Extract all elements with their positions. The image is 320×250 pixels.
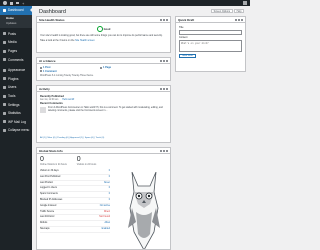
screen-meta-links: Screen Options Help <box>211 9 244 13</box>
sidebar-item-posts[interactable]: Posts <box>0 30 32 39</box>
submenu-updates[interactable]: Updates <box>6 21 32 26</box>
sidebar-item-collapse[interactable]: Collapse menu <box>0 126 32 135</box>
site-health-link[interactable]: Site Health screen <box>75 39 95 42</box>
save-draft-button[interactable]: Save Draft <box>179 53 196 58</box>
comment-text: From A WordPress Commenter on Hello worl… <box>48 107 163 112</box>
stat-row: Sitemaps Enabled <box>40 227 110 233</box>
draft-content-textarea[interactable] <box>179 39 242 52</box>
chart-icon <box>2 111 6 115</box>
quick-draft-widget: Quick Draft Title Content Save Draft <box>175 16 246 72</box>
draft-title-label: Title <box>179 26 184 29</box>
collapse-icon <box>2 128 6 132</box>
sidebar-item-plugins[interactable]: Plugins <box>0 75 32 84</box>
media-icon <box>2 40 6 44</box>
sidebar-item-statistics[interactable]: Statistics <box>0 109 32 118</box>
sidebar-item-media[interactable]: Media <box>0 38 32 47</box>
toggle-icon[interactable] <box>241 18 243 21</box>
post-date: Jan 1st, 12:00 am <box>40 99 59 101</box>
visitors-count: 0 <box>76 156 81 163</box>
draft-content-label: Content <box>179 35 188 39</box>
online-visitors-label: Online Visitors in 24 hours <box>40 164 67 166</box>
screen-options-tab[interactable]: Screen Options <box>211 9 233 13</box>
stats-list: Visitors in 30 days 0 Last Post Published… <box>40 169 110 233</box>
plus-icon[interactable]: + <box>22 1 25 5</box>
toggle-icon[interactable] <box>166 18 168 21</box>
health-description: Your site's health is looking good, but … <box>40 34 163 37</box>
admin-bar: + <box>0 0 250 6</box>
recently-published-heading: Recently Published <box>40 95 64 98</box>
sidebar-item-appearance[interactable]: Appearance <box>0 66 32 75</box>
comments-icon[interactable] <box>16 2 19 4</box>
glance-comments[interactable]: 1 Comment <box>40 70 100 74</box>
visitors-label: Visitors in 24 hours <box>76 164 97 166</box>
health-status-indicator <box>96 26 103 32</box>
admin-sidebar: Dashboard Home Updates Posts Media Pages… <box>0 6 32 250</box>
avatar[interactable] <box>243 1 247 5</box>
move-down-icon[interactable] <box>238 18 240 21</box>
sidebar-item-users[interactable]: Users <box>0 83 32 92</box>
move-down-icon[interactable] <box>163 18 165 21</box>
toggle-icon[interactable] <box>166 59 168 62</box>
mail-icon <box>2 120 6 124</box>
owl-mascot-illustration <box>128 172 160 249</box>
comment-filters[interactable]: All (1) | Mine (0) | Pending (0) | Appro… <box>40 137 104 139</box>
move-down-icon[interactable] <box>163 87 165 90</box>
move-up-icon[interactable] <box>160 59 162 62</box>
commenter-avatar <box>40 107 46 113</box>
move-up-icon[interactable] <box>160 149 162 152</box>
sidebar-item-settings[interactable]: Settings <box>0 100 32 109</box>
move-up-icon[interactable] <box>235 18 237 21</box>
stats-widget: Global Stats Info 0 Online Visitors in 24… <box>36 147 171 250</box>
settings-icon <box>2 103 6 107</box>
move-down-icon[interactable] <box>163 59 165 62</box>
wrench-icon <box>2 94 6 98</box>
move-up-icon[interactable] <box>160 87 162 90</box>
user-icon <box>2 85 6 89</box>
dashboard-submenu: Home Updates <box>0 14 32 28</box>
sidebar-item-tools[interactable]: Tools <box>0 92 32 101</box>
online-visitors-count: 0 <box>40 156 44 163</box>
glance-pages[interactable]: 1 Page <box>100 66 160 70</box>
site-health-widget: Site Health Status Good Your site's heal… <box>36 16 171 53</box>
move-down-icon[interactable] <box>163 149 165 152</box>
recent-comments-heading: Recent Comments <box>40 102 63 105</box>
comment-item: From A WordPress Commenter on Hello worl… <box>40 107 167 113</box>
activity-widget: Activity Recently Published Jan 1st, 12:… <box>36 85 171 143</box>
move-up-icon[interactable] <box>160 18 162 21</box>
sidebar-item-pages[interactable]: Pages <box>0 47 32 56</box>
comment-icon <box>2 58 6 62</box>
draft-title-input[interactable] <box>179 30 242 35</box>
post-link[interactable]: Hello world! <box>62 99 74 101</box>
toggle-icon[interactable] <box>166 87 168 90</box>
pin-icon <box>40 66 42 69</box>
wordpress-logo-icon[interactable] <box>3 1 7 5</box>
plugin-icon <box>2 77 6 81</box>
pin-icon <box>2 32 6 36</box>
health-items-text: Take a look at the 3 items on the <box>40 39 75 43</box>
health-status-label: Good <box>103 27 111 31</box>
page-title: Dashboard <box>39 9 66 15</box>
at-a-glance-widget: At a Glance 1 Post 1 Page 1 Comment WordP… <box>36 57 171 81</box>
page-icon <box>2 49 6 53</box>
dashboard-icon <box>2 8 6 12</box>
toggle-icon[interactable] <box>166 149 168 152</box>
glance-footer: WordPress 6.1 running Twenty Twenty-Thre… <box>40 75 94 78</box>
sidebar-item-comments[interactable]: Comments <box>0 55 32 64</box>
home-icon[interactable] <box>10 1 13 5</box>
page-icon <box>100 66 102 69</box>
comment-icon <box>40 70 42 73</box>
brush-icon <box>2 68 6 72</box>
help-tab[interactable]: Help <box>234 9 244 13</box>
sidebar-item-wp-mail-log[interactable]: WP Mail Log <box>0 118 32 127</box>
sidebar-item-dashboard[interactable]: Dashboard <box>0 6 32 15</box>
